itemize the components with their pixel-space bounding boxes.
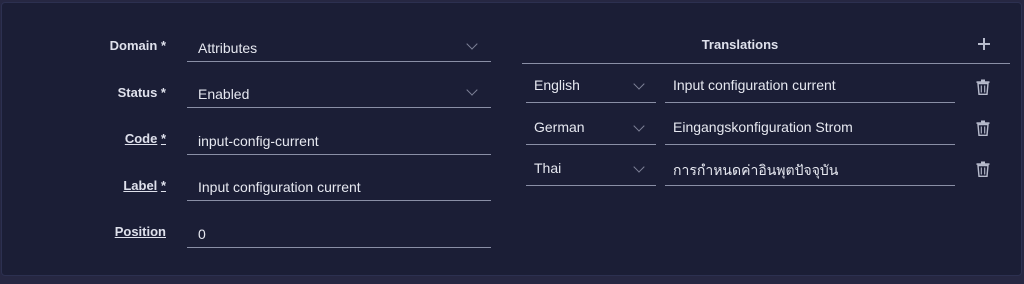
position-value: 0 <box>198 226 206 242</box>
add-translation-button[interactable] <box>974 34 994 54</box>
domain-label: Domain * <box>109 38 166 53</box>
translation-text-input[interactable]: การกำหนดค่าอินพุตปัจจุบัน <box>665 152 955 186</box>
chevron-down-icon <box>466 38 478 50</box>
status-select[interactable]: Enabled <box>187 78 491 108</box>
chevron-down-icon <box>633 120 645 132</box>
translations-title: Translations <box>701 37 779 52</box>
translation-text-input[interactable]: Input configuration current <box>665 69 955 103</box>
chevron-down-icon <box>633 161 645 173</box>
domain-select[interactable]: Attributes <box>187 32 491 62</box>
translation-text-input[interactable]: Eingangskonfiguration Strom <box>665 111 955 145</box>
label-field-label[interactable]: Label * <box>0 178 166 193</box>
label-input[interactable]: Input configuration current <box>187 171 491 201</box>
trash-icon[interactable] <box>976 161 990 177</box>
chevron-down-icon <box>466 84 478 96</box>
status-value: Enabled <box>198 86 250 102</box>
translation-language-select[interactable]: English <box>526 69 656 103</box>
trash-icon[interactable] <box>976 79 990 95</box>
position-label[interactable]: Position <box>0 224 166 239</box>
chevron-down-icon <box>633 78 645 90</box>
translation-language-select[interactable]: Thai <box>526 152 656 186</box>
trash-icon[interactable] <box>976 120 990 136</box>
label-value: Input configuration current <box>198 179 361 195</box>
code-input[interactable]: input-config-current <box>187 125 491 155</box>
domain-value: Attributes <box>198 40 258 56</box>
position-input[interactable]: 0 <box>187 218 491 248</box>
translations-header: Translations <box>522 28 1010 64</box>
code-value: input-config-current <box>198 133 319 149</box>
status-label: Status * <box>117 85 166 100</box>
translation-language-select[interactable]: German <box>526 111 656 145</box>
code-label[interactable]: Code * <box>0 131 166 146</box>
